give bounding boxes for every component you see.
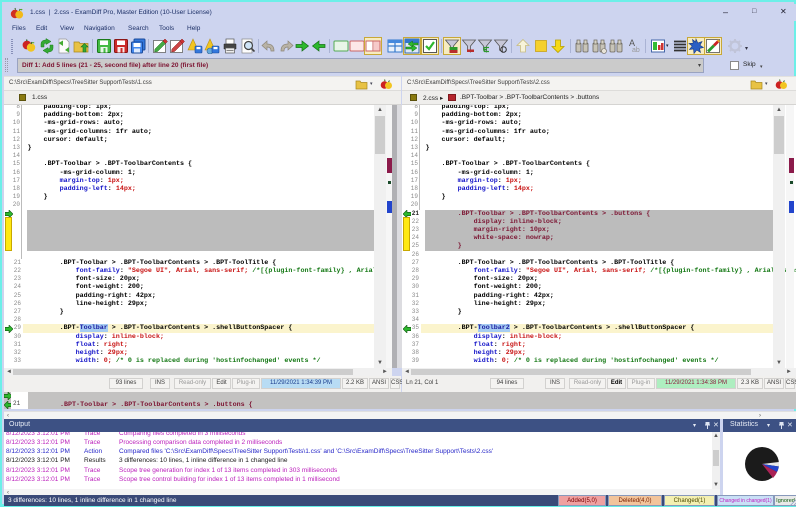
svg-text:ab: ab [632,47,640,54]
